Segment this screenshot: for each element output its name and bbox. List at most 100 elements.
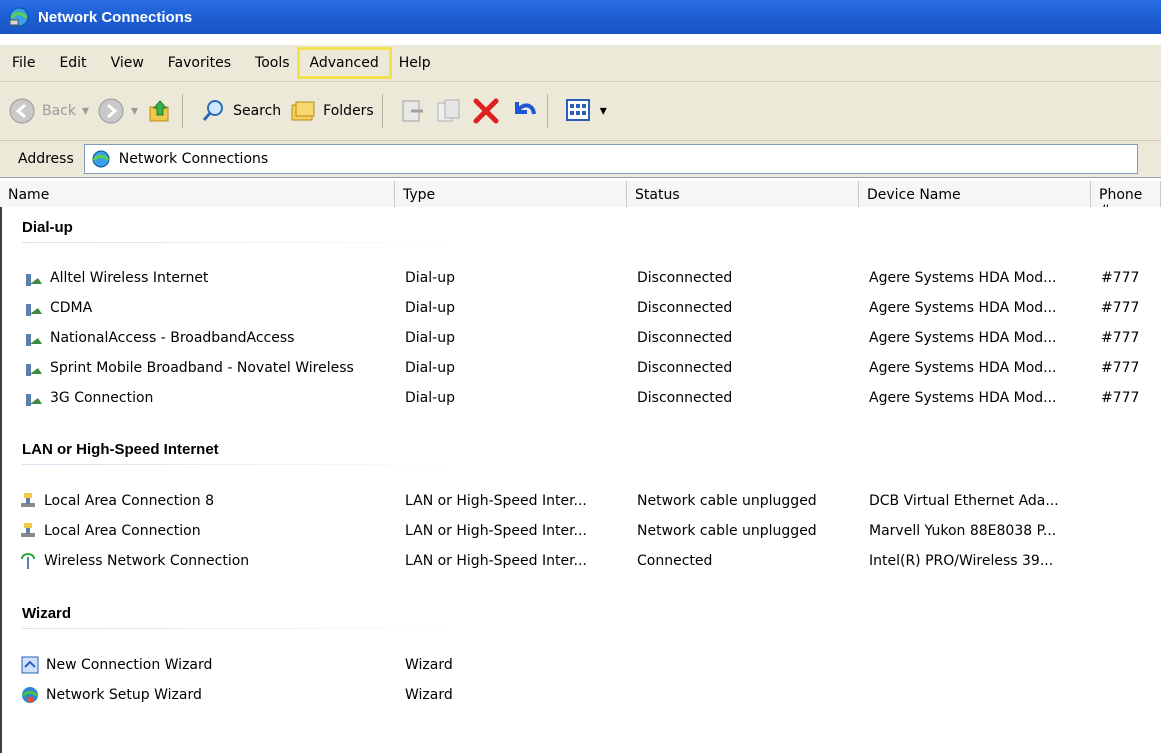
connection-name: Wireless Network Connection <box>44 553 250 569</box>
menu-edit[interactable]: Edit <box>47 53 98 73</box>
column-type[interactable]: Type <box>395 181 627 207</box>
connection-type: LAN or High-Speed Inter... <box>405 493 587 509</box>
menu-advanced[interactable]: Advanced <box>296 47 392 79</box>
address-label: Address <box>18 151 74 167</box>
menu-bar: File Edit View Favorites Tools Advanced … <box>0 45 1161 82</box>
window-title: Network Connections <box>38 8 193 26</box>
address-field[interactable]: Network Connections <box>83 144 1138 174</box>
group-header-dialup: Dial-up <box>2 219 472 243</box>
connection-type: LAN or High-Speed Inter... <box>405 523 587 539</box>
connection-row[interactable]: Local Area Connection LAN or High-Speed … <box>2 518 1161 544</box>
connection-name: Alltel Wireless Internet <box>50 270 209 286</box>
connection-row[interactable]: Wireless Network Connection LAN or High-… <box>2 548 1161 574</box>
delete-x-icon <box>473 98 499 124</box>
menu-favorites[interactable]: Favorites <box>156 53 243 73</box>
column-status[interactable]: Status <box>627 181 859 207</box>
back-button[interactable]: Back ▾ <box>8 97 89 125</box>
wireless-icon <box>21 553 35 569</box>
chevron-down-icon[interactable]: ▾ <box>82 103 89 119</box>
wizard-name: Network Setup Wizard <box>46 687 202 703</box>
group-divider <box>22 628 472 629</box>
connection-name: NationalAccess - BroadbandAccess <box>50 330 295 346</box>
search-label: Search <box>233 103 282 119</box>
connection-phone: #777 <box>1101 390 1140 406</box>
lan-icon <box>21 493 35 507</box>
dialup-icon <box>26 394 42 406</box>
chevron-down-icon[interactable]: ▾ <box>131 103 138 119</box>
connection-device: Agere Systems HDA Mod... <box>869 300 1057 316</box>
move-to-button[interactable] <box>399 97 427 125</box>
menu-file[interactable]: File <box>0 53 47 73</box>
toolbar: Back ▾ ▾ Search Folders ▾ <box>0 82 1161 141</box>
dialup-icon <box>26 364 42 376</box>
connection-type: Dial-up <box>405 300 455 316</box>
connection-name: Local Area Connection 8 <box>44 493 214 509</box>
up-button[interactable] <box>146 97 174 125</box>
connection-status: Disconnected <box>637 300 733 316</box>
menu-tools[interactable]: Tools <box>243 53 302 73</box>
connection-device: Agere Systems HDA Mod... <box>869 330 1057 346</box>
connection-row[interactable]: CDMA Dial-up Disconnected Agere Systems … <box>2 295 1161 321</box>
connection-row[interactable]: Local Area Connection 8 LAN or High-Spee… <box>2 488 1161 514</box>
dialup-icon <box>26 274 42 286</box>
group-label: Wizard <box>22 605 72 622</box>
wizard-row[interactable]: New Connection Wizard Wizard <box>2 652 1161 678</box>
connection-row[interactable]: NationalAccess - BroadbandAccess Dial-up… <box>2 325 1161 351</box>
toolbar-separator <box>381 94 383 128</box>
folders-label: Folders <box>323 103 374 119</box>
network-connections-icon <box>92 150 110 168</box>
address-value: Network Connections <box>118 151 269 167</box>
connection-type: Dial-up <box>405 360 455 376</box>
wizard-type: Wizard <box>405 657 453 673</box>
connection-type: LAN or High-Speed Inter... <box>405 553 587 569</box>
connection-status: Disconnected <box>637 360 733 376</box>
search-button[interactable]: Search <box>199 97 281 125</box>
wizard-row[interactable]: Network Setup Wizard Wizard <box>2 682 1161 708</box>
views-button[interactable]: ▾ <box>564 96 607 126</box>
dialup-icon <box>26 334 42 346</box>
wizard-name: New Connection Wizard <box>46 657 213 673</box>
undo-icon <box>514 102 536 115</box>
undo-button[interactable] <box>509 96 539 126</box>
menu-help[interactable]: Help <box>387 53 443 73</box>
group-divider <box>22 464 472 465</box>
lan-icon <box>21 523 35 537</box>
delete-button[interactable] <box>471 96 501 126</box>
connection-status: Disconnected <box>637 270 733 286</box>
connection-status: Disconnected <box>637 330 733 346</box>
connection-name: Local Area Connection <box>44 523 201 539</box>
copy-to-icon <box>437 99 460 122</box>
folders-button[interactable]: Folders <box>289 97 374 125</box>
column-phone[interactable]: Phone # <box>1091 181 1161 219</box>
menu-view[interactable]: View <box>99 53 156 73</box>
new-connection-wizard-icon <box>21 656 39 674</box>
group-divider <box>22 242 472 243</box>
group-label: Dial-up <box>22 219 73 236</box>
connection-device: Marvell Yukon 88E8038 P... <box>869 523 1057 539</box>
wizard-type: Wizard <box>405 687 453 703</box>
column-device-name[interactable]: Device Name <box>859 181 1091 207</box>
connection-type: Dial-up <box>405 270 455 286</box>
connections-list: Dial-up Alltel Wireless Internet Dial-up… <box>0 207 1161 753</box>
group-header-wizard: Wizard <box>2 605 472 629</box>
connection-name: 3G Connection <box>50 390 154 406</box>
column-headers: Name Type Status Device Name Phone # <box>0 181 1161 219</box>
connection-status: Connected <box>637 553 713 569</box>
connection-status: Disconnected <box>637 390 733 406</box>
move-to-icon <box>402 100 423 122</box>
network-connections-icon <box>9 7 29 27</box>
group-label: LAN or High-Speed Internet <box>22 441 219 458</box>
connection-phone: #777 <box>1101 270 1140 286</box>
chevron-down-icon[interactable]: ▾ <box>600 103 607 119</box>
forward-button[interactable]: ▾ <box>97 97 138 125</box>
back-label: Back <box>42 103 76 119</box>
connection-device: Agere Systems HDA Mod... <box>869 390 1057 406</box>
connection-device: Agere Systems HDA Mod... <box>869 360 1057 376</box>
copy-to-button[interactable] <box>435 97 463 125</box>
connection-row[interactable]: Alltel Wireless Internet Dial-up Disconn… <box>2 265 1161 291</box>
views-grid-icon <box>565 99 590 121</box>
column-name[interactable]: Name <box>0 181 395 207</box>
connection-row[interactable]: 3G Connection Dial-up Disconnected Agere… <box>2 385 1161 411</box>
connection-row[interactable]: Sprint Mobile Broadband - Novatel Wirele… <box>2 355 1161 381</box>
dialup-icon <box>26 304 42 316</box>
